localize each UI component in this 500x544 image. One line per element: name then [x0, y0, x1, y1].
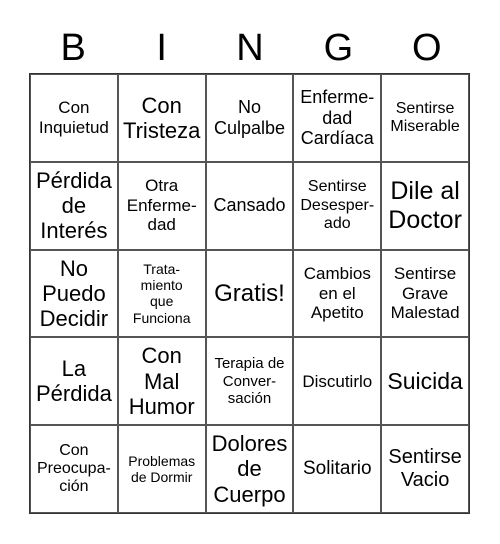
header-letter-n: N — [236, 27, 264, 69]
bingo-cell[interactable]: Sentirse Desesper- ado — [293, 161, 382, 250]
bingo-cell[interactable]: Dile al Doctor — [381, 161, 469, 250]
header-letter-o: O — [412, 27, 442, 69]
bingo-cell[interactable]: Gratis! — [205, 249, 294, 338]
bingo-cell[interactable]: Otra Enferme- dad — [117, 161, 206, 250]
bingo-header: B I N G O — [29, 24, 471, 72]
header-letter-b: B — [60, 27, 86, 69]
bingo-cell[interactable]: Con Preocupa- ción — [30, 425, 118, 513]
bingo-cell[interactable]: Con Tristeza — [117, 74, 206, 162]
bingo-cell[interactable]: Suicida — [381, 337, 469, 426]
bingo-cell[interactable]: Cambios en el Apetito — [293, 249, 382, 338]
bingo-cell[interactable]: Cansado — [205, 161, 294, 250]
bingo-cell[interactable]: Enferme- dad Cardíaca — [293, 74, 382, 162]
bingo-cell[interactable]: Solitario — [293, 425, 382, 513]
bingo-cell[interactable]: Con Mal Humor — [117, 337, 206, 426]
bingo-cell[interactable]: Con Inquietud — [30, 74, 118, 162]
bingo-cell[interactable]: Dolores de Cuerpo — [205, 425, 294, 513]
bingo-cell[interactable]: Pérdida de Interés — [30, 161, 118, 250]
bingo-cell[interactable]: Sentirse Miserable — [381, 74, 469, 162]
bingo-cell[interactable]: No Puedo Decidir — [30, 249, 118, 338]
bingo-cell[interactable]: Trata- miento que Funciona — [117, 249, 206, 338]
bingo-cell[interactable]: Sentirse Grave Malestad — [381, 249, 469, 338]
bingo-cell[interactable]: Terapia de Conver- sación — [205, 337, 294, 426]
header-letter-i: I — [156, 27, 167, 69]
bingo-grid: Con Inquietud Con Tristeza No Culpalbe Enfe… — [29, 73, 470, 514]
bingo-cell[interactable]: La Pérdida — [30, 337, 118, 426]
bingo-cell[interactable]: Problemas de Dormir — [117, 425, 206, 513]
bingo-cell[interactable]: No Culpalbe — [205, 74, 294, 162]
bingo-cell[interactable]: Discutirlo — [293, 337, 382, 426]
bingo-cell[interactable]: Sentirse Vacio — [381, 425, 469, 513]
header-letter-g: G — [323, 27, 354, 69]
